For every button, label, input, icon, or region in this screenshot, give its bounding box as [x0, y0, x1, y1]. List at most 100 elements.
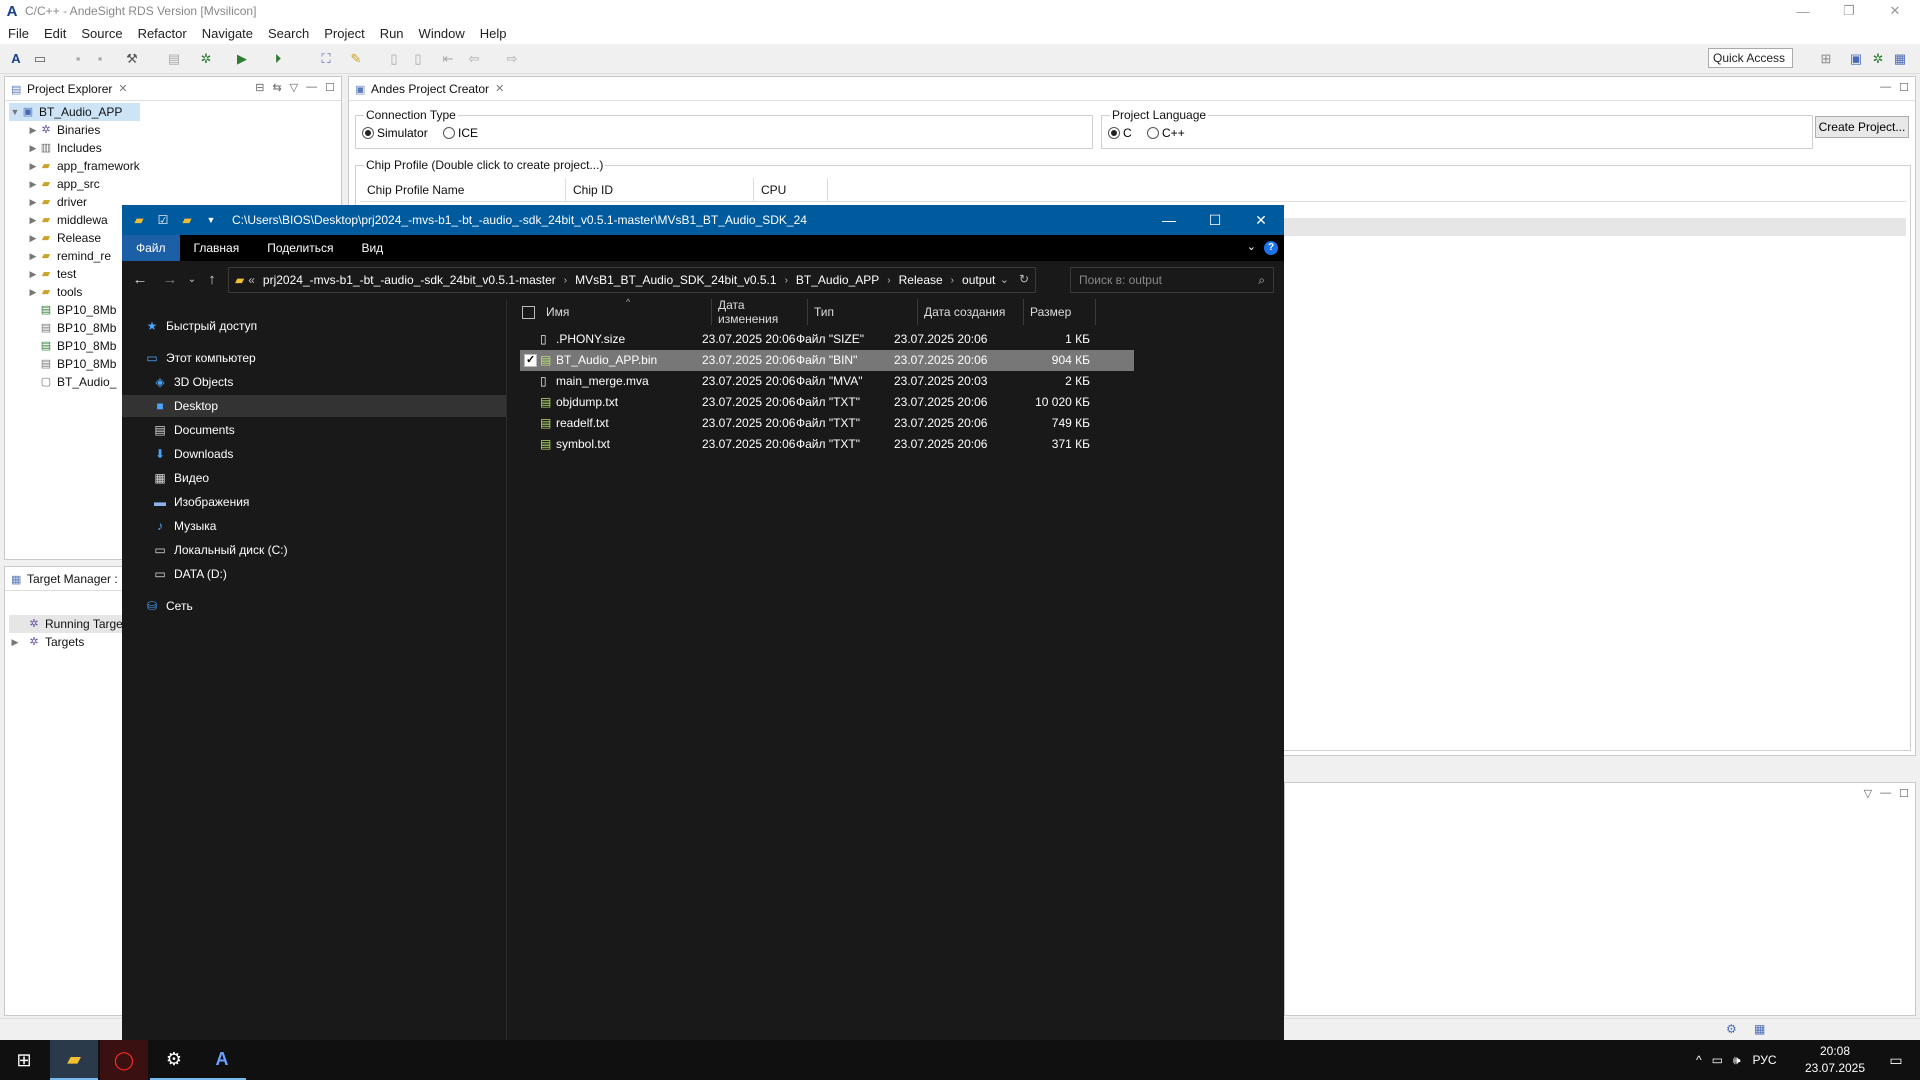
- close-icon[interactable]: ✕: [1238, 205, 1284, 235]
- ribbon-tab-share[interactable]: Поделиться: [253, 235, 347, 261]
- network-icon[interactable]: ▭: [1712, 1053, 1723, 1067]
- menu-project[interactable]: Project: [324, 26, 364, 41]
- volume-icon[interactable]: 🕪: [1733, 1053, 1741, 1068]
- nav-network[interactable]: ⛁ Сеть: [144, 595, 193, 617]
- maximize-icon[interactable]: ☐: [1899, 81, 1909, 94]
- debug-icon[interactable]: ✲: [198, 51, 214, 67]
- open-perspective-icon[interactable]: ⊞: [1818, 51, 1834, 67]
- tree-item[interactable]: ▤ BP10_8Mb: [9, 301, 140, 319]
- properties-icon[interactable]: ☑: [156, 213, 170, 227]
- breadcrumb-item[interactable]: BT_Audio_APP: [796, 273, 879, 287]
- nav-this-pc[interactable]: ▭ Этот компьютер: [144, 347, 255, 369]
- nav-music[interactable]: ♪ Музыка: [152, 515, 216, 537]
- file-row[interactable]: ▯ .PHONY.size 23.07.2025 20:06 Файл "SIZ…: [520, 329, 1134, 350]
- col-cpu[interactable]: CPU: [754, 178, 828, 201]
- col-chip-profile-name[interactable]: Chip Profile Name: [360, 178, 566, 201]
- debug-perspective-icon[interactable]: ✲: [1870, 51, 1886, 67]
- restore-icon[interactable]: ❐: [1826, 0, 1872, 22]
- back-arrow-icon[interactable]: ←: [132, 272, 148, 288]
- tree-item[interactable]: ▶ ✲ Binaries: [9, 121, 140, 139]
- run-external-icon[interactable]: ⏵: [270, 51, 286, 67]
- maximize-icon[interactable]: ☐: [325, 81, 335, 94]
- chevron-right-icon[interactable]: ▶: [27, 179, 39, 190]
- chevron-down-icon[interactable]: ▼: [9, 107, 21, 117]
- recent-locations-icon[interactable]: ⌄: [184, 272, 200, 288]
- col-name[interactable]: Имя: [540, 299, 712, 325]
- tree-item[interactable]: ▶ ▰ app_src: [9, 175, 140, 193]
- maximize-icon[interactable]: ☐: [1899, 787, 1909, 800]
- forward-arrow-icon[interactable]: →: [162, 272, 178, 288]
- col-type[interactable]: Тип: [808, 299, 918, 325]
- start-icon[interactable]: ⊞: [0, 1040, 48, 1080]
- c-radio[interactable]: C: [1108, 126, 1132, 140]
- nav-downloads[interactable]: ⬇ Downloads: [152, 443, 233, 465]
- project-creator-tab[interactable]: ▣ Andes Project Creator ✕: [349, 77, 1915, 101]
- breadcrumb-item[interactable]: Release: [899, 273, 943, 287]
- close-icon[interactable]: ✕: [495, 82, 504, 95]
- minimize-icon[interactable]: —: [1880, 81, 1891, 94]
- tree-item[interactable]: ▤ BP10_8Mb: [9, 355, 140, 373]
- opera-taskbar-icon[interactable]: ◯: [100, 1040, 148, 1080]
- ribbon-tab-home[interactable]: Главная: [180, 235, 254, 261]
- ice-radio[interactable]: ICE: [443, 126, 478, 140]
- breadcrumb-item[interactable]: output: [962, 273, 995, 287]
- target-icon[interactable]: ⛶: [318, 51, 334, 67]
- tree-item-running-targets[interactable]: ✲ Running Targe: [9, 615, 123, 633]
- chevron-right-icon[interactable]: ▶: [9, 637, 21, 648]
- notifications-icon[interactable]: ▭: [1872, 1040, 1920, 1080]
- menu-edit[interactable]: Edit: [44, 26, 66, 41]
- file-row[interactable]: ▤ symbol.txt 23.07.2025 20:06 Файл "TXT"…: [520, 434, 1134, 455]
- help-icon[interactable]: ?: [1264, 241, 1278, 255]
- customize-quick-access-icon[interactable]: ▼: [204, 213, 218, 227]
- file-row[interactable]: ▯ main_merge.mva 23.07.2025 20:06 Файл "…: [520, 371, 1134, 392]
- nav-3d-objects[interactable]: ◈ 3D Objects: [152, 371, 507, 393]
- tree-item[interactable]: ▤ BP10_8Mb: [9, 337, 140, 355]
- ribbon-tab-file[interactable]: Файл: [122, 235, 180, 261]
- nav-desktop[interactable]: ■ Desktop: [122, 395, 506, 417]
- close-icon[interactable]: ✕: [118, 82, 127, 95]
- tree-root[interactable]: ▼ ▣ BT_Audio_APP: [9, 103, 140, 121]
- chevron-down-icon[interactable]: ⌄: [1000, 273, 1009, 286]
- menu-window[interactable]: Window: [419, 26, 465, 41]
- breadcrumb-item[interactable]: MVsB1_BT_Audio_SDK_24bit_v0.5.1: [575, 273, 776, 287]
- cpp-perspective-icon[interactable]: ▣: [1848, 51, 1864, 67]
- status-target-icon[interactable]: ▦: [1754, 1022, 1765, 1036]
- file-row[interactable]: ▤ objdump.txt 23.07.2025 20:06 Файл "TXT…: [520, 392, 1134, 413]
- tree-item[interactable]: ▶ ▰ app_framework: [9, 157, 140, 175]
- col-modified[interactable]: Дата изменения: [712, 298, 808, 326]
- col-chip-id[interactable]: Chip ID: [566, 178, 754, 201]
- minimize-icon[interactable]: —: [1780, 0, 1826, 22]
- file-row[interactable]: ▤ BT_Audio_APP.bin 23.07.2025 20:06 Файл…: [520, 350, 1134, 371]
- forward-icon[interactable]: ⇨: [504, 51, 520, 67]
- menu-navigate[interactable]: Navigate: [202, 26, 253, 41]
- file-checkbox[interactable]: [524, 353, 537, 367]
- chevron-right-icon[interactable]: ▶: [27, 233, 39, 244]
- menu-refactor[interactable]: Refactor: [138, 26, 187, 41]
- chevron-right-icon[interactable]: ▶: [27, 287, 39, 298]
- chevron-right-icon[interactable]: ▶: [27, 269, 39, 280]
- link-editor-icon[interactable]: ⇆: [272, 81, 281, 94]
- file-row[interactable]: ▤ readelf.txt 23.07.2025 20:06 Файл "TXT…: [520, 413, 1134, 434]
- select-all-checkbox[interactable]: [522, 306, 535, 319]
- back-icon[interactable]: ⇦: [466, 51, 482, 67]
- menu-search[interactable]: Search: [268, 26, 309, 41]
- ribbon-tab-view[interactable]: Вид: [347, 235, 397, 261]
- collapse-all-icon[interactable]: ⊟: [255, 81, 264, 94]
- file-explorer-taskbar-icon[interactable]: ▰: [50, 1040, 98, 1080]
- run-icon[interactable]: ▶: [234, 51, 250, 67]
- tree-item[interactable]: ▢ BT_Audio_: [9, 373, 140, 391]
- view-menu-icon[interactable]: ▽: [1864, 787, 1872, 800]
- nav-drive-d[interactable]: ▭ DATA (D:): [152, 563, 227, 585]
- save-all-icon[interactable]: ▪: [92, 51, 108, 67]
- search-input[interactable]: Поиск в: output ⌕: [1070, 267, 1274, 293]
- save-icon[interactable]: ▪: [70, 51, 86, 67]
- nav-drive-c[interactable]: ▭ Локальный диск (C:): [152, 539, 287, 561]
- expand-ribbon-icon[interactable]: ⌄: [1247, 240, 1256, 253]
- simulator-radio[interactable]: Simulator: [362, 126, 428, 140]
- quick-access-input[interactable]: Quick Access: [1708, 48, 1793, 68]
- tree-item[interactable]: ▶ ▰ remind_re: [9, 247, 140, 265]
- menu-run[interactable]: Run: [380, 26, 404, 41]
- status-progress-icon[interactable]: ⚙: [1726, 1022, 1737, 1036]
- prev-annotation-icon[interactable]: ⇤: [440, 51, 456, 67]
- andesight-taskbar-icon[interactable]: A: [198, 1040, 246, 1080]
